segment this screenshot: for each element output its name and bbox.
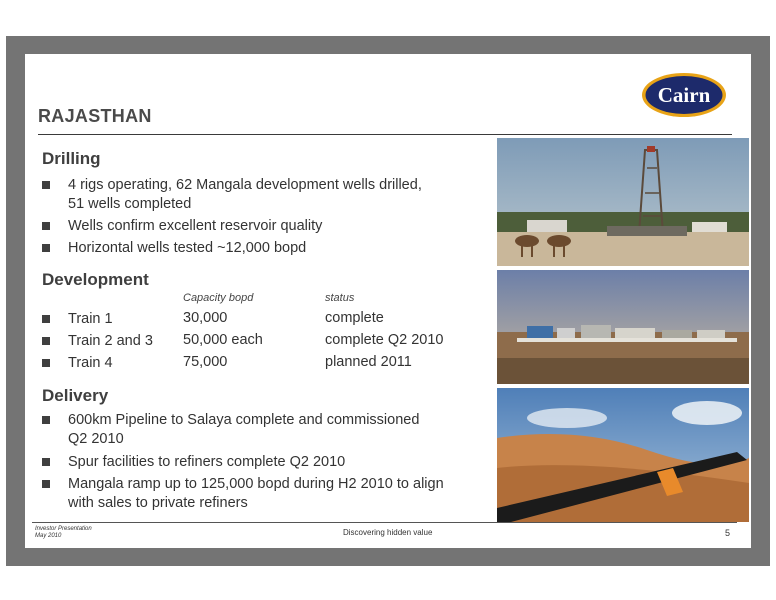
train-status: planned 2011 xyxy=(325,354,412,370)
bullet-text: with sales to private refiners xyxy=(68,495,248,511)
page-number: 5 xyxy=(725,528,731,538)
bullet-square-icon xyxy=(42,222,50,230)
footer-tagline: Discovering hidden value xyxy=(343,528,433,537)
bullet-text: Mangala ramp up to 125,000 bopd during H… xyxy=(68,476,444,492)
slide-title: RAJASTHAN xyxy=(38,106,152,126)
bullet-square-icon xyxy=(42,458,50,466)
bullet-text: Q2 2010 xyxy=(68,431,124,447)
train-status: complete xyxy=(325,310,384,326)
bullet-square-icon xyxy=(42,480,50,488)
capacity-column-header: Capacity bopd xyxy=(183,292,254,304)
train-capacity: 30,000 xyxy=(183,310,228,326)
bullet-text: 600km Pipeline to Salaya complete and co… xyxy=(68,412,420,428)
title-divider xyxy=(38,134,732,135)
train-status: complete Q2 2010 xyxy=(325,332,444,348)
bullet-text: 51 wells completed xyxy=(68,196,192,212)
logo-text: Cairn xyxy=(658,83,711,107)
train-capacity: 50,000 each xyxy=(183,332,263,348)
bullet-square-icon xyxy=(42,181,50,189)
bullet-text: Horizontal wells tested ~12,000 bopd xyxy=(68,240,307,256)
train-capacity: 75,000 xyxy=(183,354,228,370)
drilling-heading: Drilling xyxy=(42,149,101,168)
footer-presentation: Investor Presentation xyxy=(35,526,92,532)
slide: Cairn RAJASTHAN Drilling 4 rigs operatin… xyxy=(25,54,751,548)
train-name: Train 1 xyxy=(68,311,113,327)
bullet-square-icon xyxy=(42,315,50,323)
pipeline-photo xyxy=(497,388,749,522)
train-name: Train 4 xyxy=(68,355,113,371)
delivery-heading: Delivery xyxy=(42,386,109,405)
bullet-square-icon xyxy=(42,416,50,424)
bullet-square-icon xyxy=(42,337,50,345)
footer-date: May 2010 xyxy=(35,533,62,539)
bullet-text: Spur facilities to refiners complete Q2 … xyxy=(68,454,346,470)
bullet-text: Wells confirm excellent reservoir qualit… xyxy=(68,218,323,234)
processing-facility-photo xyxy=(497,270,749,384)
bullet-square-icon xyxy=(42,359,50,367)
cairn-logo: Cairn xyxy=(642,73,726,117)
footer-divider xyxy=(32,522,737,523)
train-name: Train 2 and 3 xyxy=(68,333,153,349)
bullet-square-icon xyxy=(42,244,50,252)
drilling-rig-photo xyxy=(497,138,749,266)
status-column-header: status xyxy=(325,292,355,304)
bullet-text: 4 rigs operating, 62 Mangala development… xyxy=(68,177,422,193)
development-heading: Development xyxy=(42,270,149,289)
